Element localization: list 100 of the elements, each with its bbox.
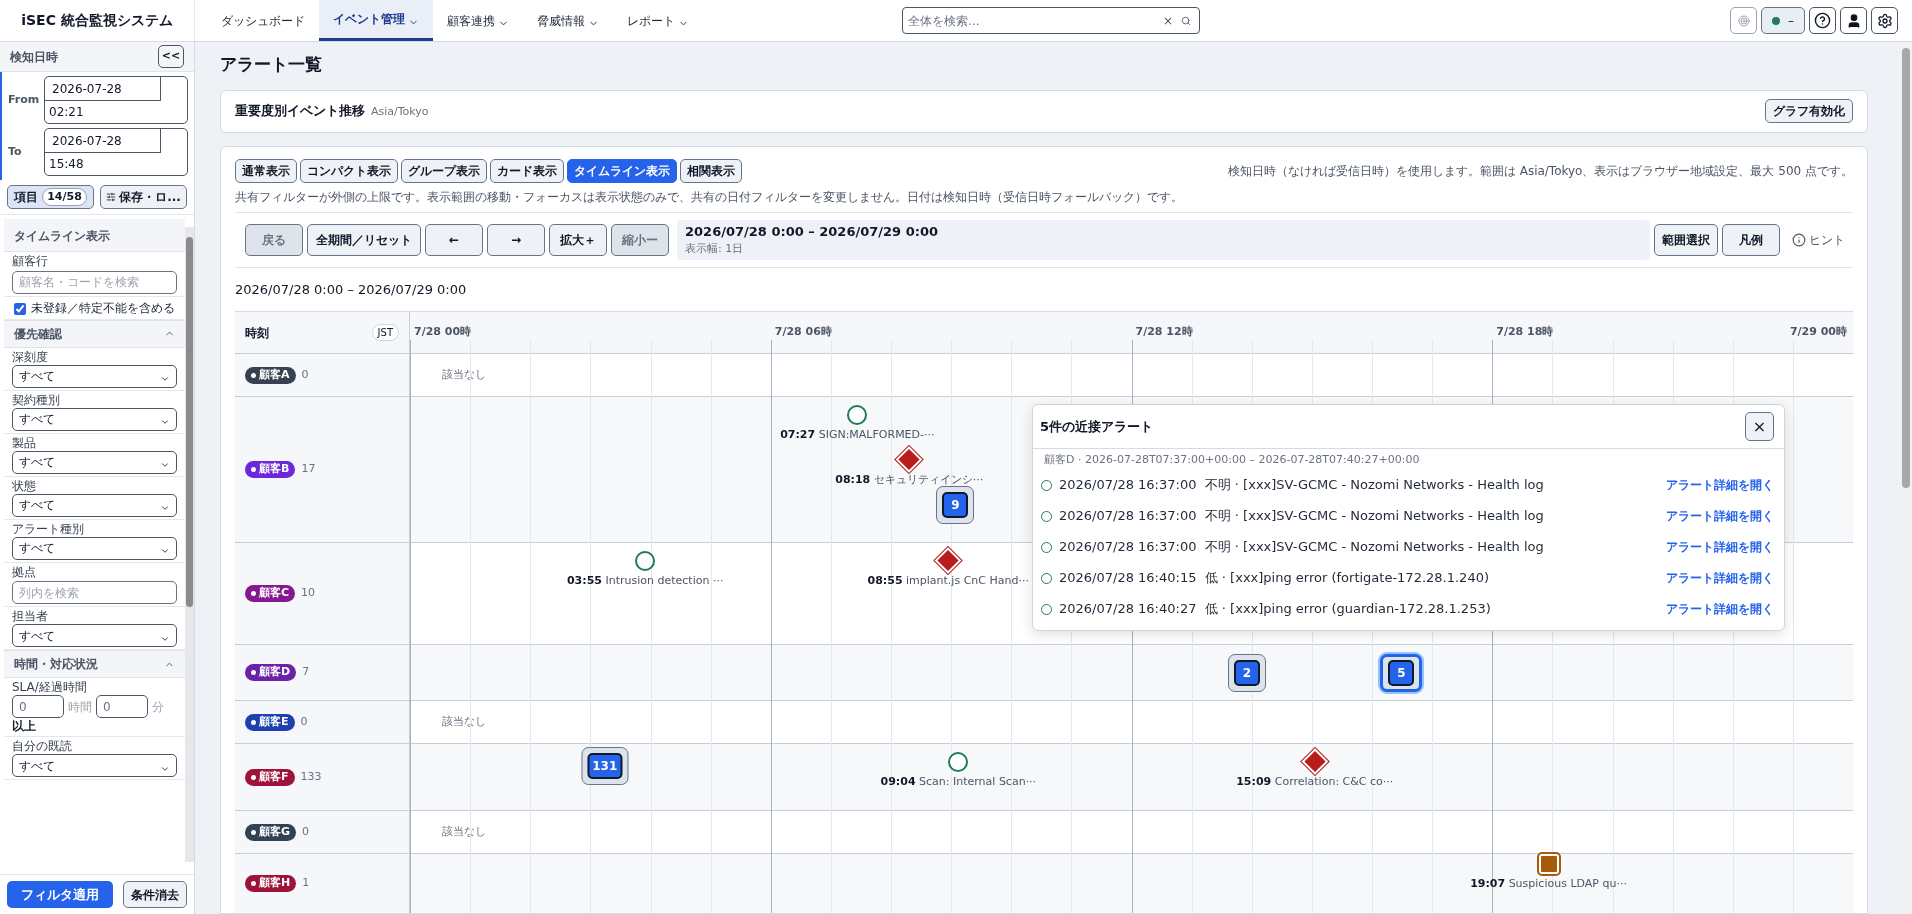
cluster-marker[interactable]: 131	[581, 747, 629, 785]
axis-label: 7/28 06時	[774, 324, 832, 340]
customer-tag: 顧客F	[245, 768, 295, 786]
nav-tab[interactable]: レポート	[613, 0, 703, 41]
chevron-down-icon	[160, 546, 170, 556]
alert-summary: 2026/07/28 16:40:27 低 · [xxx]ping error (guardian-172.28.1.253)	[1059, 600, 1491, 619]
save-load-button[interactable]: 保存・ロ...	[100, 185, 187, 209]
event-count: 17	[301, 461, 316, 478]
select-field[interactable]: すべて	[12, 364, 177, 388]
select-field[interactable]: すべて	[12, 450, 177, 474]
collapse-button[interactable]: <<	[158, 45, 184, 68]
alert-detail-link[interactable]: アラート詳細を開く	[1666, 538, 1774, 556]
view-tab[interactable]: コンパクト表示	[300, 158, 398, 183]
customer-tag: 顧客H	[245, 875, 297, 892]
nav-tab[interactable]: 脅威情報	[523, 0, 613, 41]
input-field[interactable]: 顧客名・コードを検索	[12, 270, 177, 294]
settings-button[interactable]	[1871, 7, 1898, 34]
close-button[interactable]: ×	[1745, 412, 1774, 441]
nav-tab[interactable]: ダッシュボード	[207, 0, 319, 41]
event-count: 133	[300, 768, 322, 785]
alert-detail-link[interactable]: アラート詳細を開く	[1666, 507, 1774, 525]
select-field[interactable]: すべて	[12, 493, 177, 517]
input-field[interactable]: 列内を検索	[12, 581, 177, 604]
square-marker[interactable]	[1538, 854, 1559, 874]
help-button[interactable]	[1809, 7, 1836, 34]
card-title: 重要度別イベント推移	[235, 102, 365, 121]
event-label: 07:27 SIGN:MALFORMED-···	[780, 427, 935, 443]
nav-tab[interactable]: イベント管理	[319, 0, 433, 41]
view-note: 検知日時（なければ受信日時）を使用します。範囲は Asia/Tokyo、表示はブラウザー地域設定、最大 500 点です。	[1227, 162, 1853, 180]
datetime-field[interactable]: 2026-07-28 15:48	[44, 128, 188, 176]
event-count: 0	[300, 713, 308, 730]
filter-note: 共有フィルターが外側の上限です。表示範囲の移動・フォーカスは表示状態のみで、共有の日付フィルターを変更しません。日付は検知日時（受信日時フォールバック）です。	[235, 188, 1184, 206]
event-label: 19:07 Suspicious LDAP qu···	[1470, 876, 1627, 892]
unit-label: 時間	[68, 698, 92, 716]
clear-button[interactable]: ×	[1162, 11, 1173, 30]
toolbar-button[interactable]: 拡大＋	[549, 223, 607, 256]
event-label: 15:09 Correlation: C&C co···	[1236, 774, 1394, 790]
select-field[interactable]: すべて	[12, 536, 177, 560]
toolbar-button[interactable]: 全期間／リセット	[307, 223, 421, 256]
field-label: 担当者	[12, 609, 49, 624]
view-tab[interactable]: 相関表示	[680, 158, 742, 183]
minutes-field[interactable]: 0	[96, 695, 148, 718]
axis-label: 7/28 12時	[1135, 324, 1193, 340]
legend-button[interactable]: 凡例	[1722, 223, 1780, 256]
view-tab[interactable]: カード表示	[490, 158, 564, 183]
target-icon	[1737, 14, 1750, 27]
toolbar-button[interactable]: →	[487, 223, 545, 256]
scrollbar[interactable]	[185, 227, 194, 862]
suffix-label: 以上	[12, 719, 37, 734]
event-label: 03:55 Intrusion detection ···	[566, 573, 724, 589]
date-label: From	[8, 91, 38, 108]
clear-conditions-button[interactable]: 条件消去	[123, 881, 187, 908]
field-label: 顧客行	[12, 254, 49, 269]
enable-graph-button[interactable]: グラフ有効化	[1765, 99, 1853, 123]
cluster-marker[interactable]: 2	[1227, 654, 1266, 692]
items-button[interactable]: 項目 14/58	[7, 185, 94, 209]
view-tab[interactable]: タイムライン表示	[567, 158, 677, 183]
time-header: 時刻	[245, 324, 269, 342]
filter-icon	[106, 192, 117, 202]
checkbox[interactable]	[14, 302, 26, 315]
customer-tag: 顧客B	[245, 461, 296, 478]
section-header[interactable]: 時間・対応状況	[4, 650, 185, 678]
section-header[interactable]: 優先確認	[4, 319, 185, 348]
hours-field[interactable]: 0	[12, 695, 64, 718]
view-tab[interactable]: 通常表示	[235, 158, 297, 183]
status-button[interactable]: –	[1761, 7, 1805, 34]
range-select-button[interactable]: 範囲選択	[1654, 223, 1718, 256]
checkbox-label: 未登録／特定不能を含める	[31, 299, 175, 316]
alert-summary: 2026/07/28 16:40:15 低 · [xxx]ping error (fortigate-172.28.1.240)	[1059, 569, 1489, 588]
chevron-down-icon	[160, 503, 170, 513]
cluster-marker[interactable]: 9	[936, 486, 975, 524]
select-field[interactable]: すべて	[12, 407, 177, 431]
field-label: 契約種別	[12, 392, 61, 408]
nav-tab[interactable]: 顧客連携	[433, 0, 523, 41]
time-value: 02:21	[49, 104, 84, 121]
field-label: 製品	[12, 435, 37, 451]
field-label: 拠点	[12, 564, 37, 580]
field-label: SLA/経過時間	[12, 680, 88, 695]
scrollbar[interactable]	[1900, 42, 1912, 914]
alert-detail-link[interactable]: アラート詳細を開く	[1666, 600, 1774, 618]
info-icon	[1792, 232, 1806, 247]
select-field[interactable]: すべて	[12, 754, 177, 777]
datetime-field[interactable]: 2026-07-28 02:21	[44, 76, 188, 124]
alert-detail-link[interactable]: アラート詳細を開く	[1666, 569, 1774, 587]
view-tab[interactable]: グループ表示	[401, 158, 487, 183]
event-label: 09:04 Scan: Internal Scan···	[880, 774, 1037, 790]
search-field[interactable]: 全体を検索... ×	[902, 7, 1200, 34]
apply-filter-button[interactable]: フィルタ適用	[7, 881, 113, 908]
range-title: 2026/07/28 0:00 – 2026/07/29 0:00	[685, 222, 939, 241]
alert-summary: 2026/07/28 16:37:00 不明 · [xxx]SV-GCMC - Nozomi Networks - Health log	[1059, 507, 1544, 526]
range-heading: 2026/07/28 0:00 – 2026/07/29 0:00	[235, 280, 468, 299]
hint-button[interactable]: ヒント	[1784, 230, 1853, 249]
range-width: 表示幅: 1日	[685, 241, 745, 257]
alert-detail-link[interactable]: アラート詳細を開く	[1666, 476, 1774, 494]
select-field[interactable]: すべて	[12, 624, 177, 647]
section-title: 検知日時	[10, 48, 58, 66]
user-button[interactable]	[1840, 7, 1867, 34]
popup-title: 5件の近接アラート	[1040, 417, 1154, 436]
cluster-marker[interactable]: 5	[1380, 654, 1423, 692]
toolbar-button[interactable]: ←	[425, 223, 483, 256]
